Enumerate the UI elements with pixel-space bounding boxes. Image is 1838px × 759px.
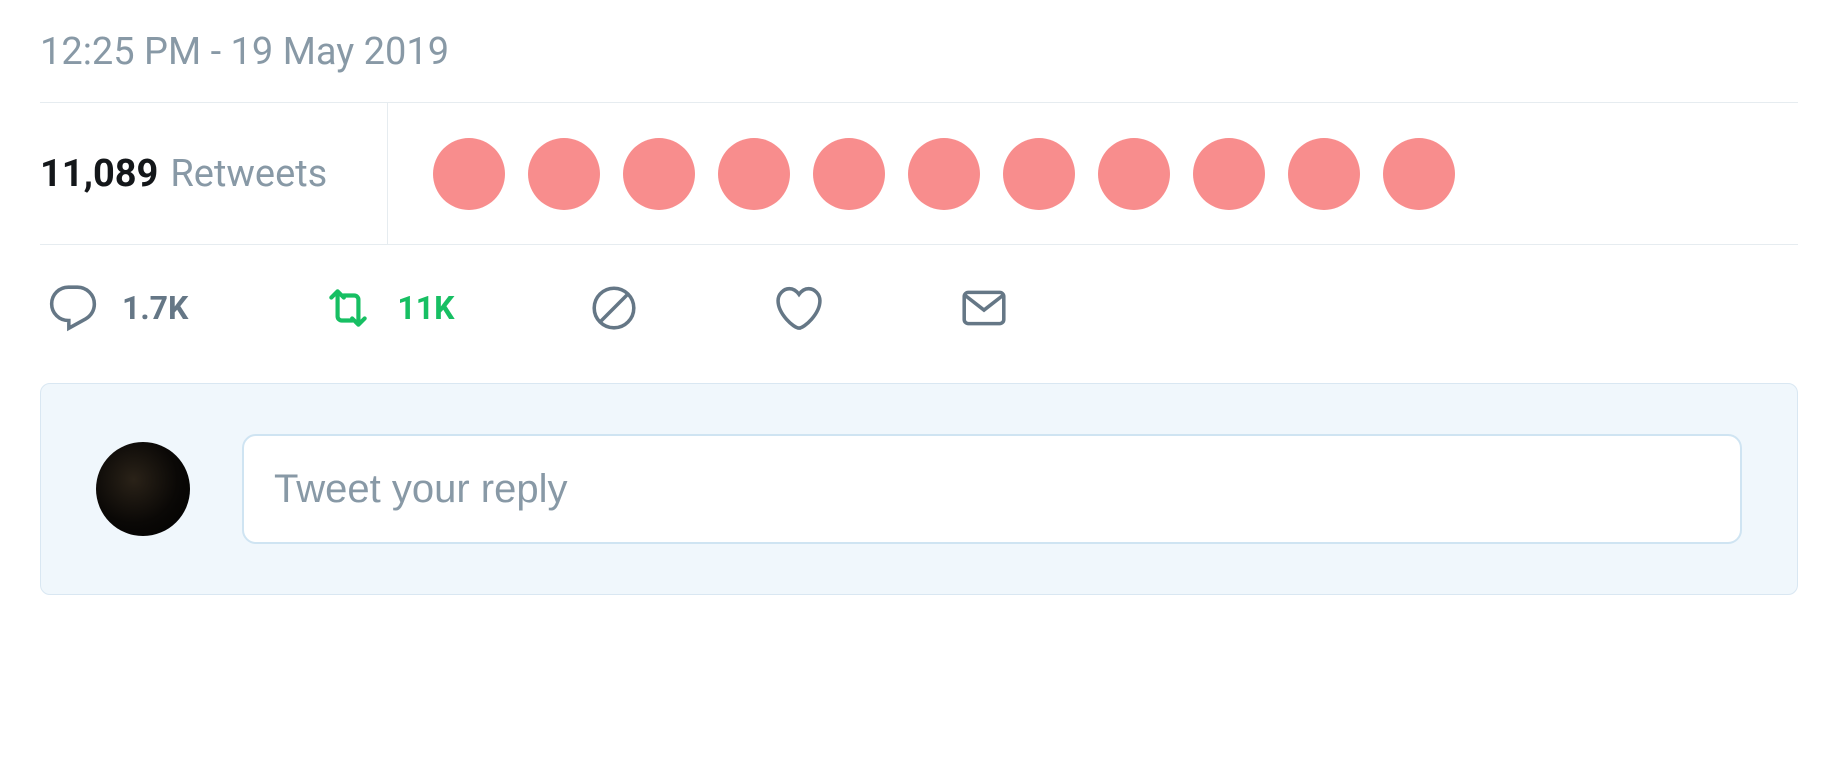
heart-icon <box>774 283 824 333</box>
retweeter-avatar[interactable] <box>433 138 505 210</box>
reply-count: 1.7K <box>122 289 188 327</box>
retweets-count: 11,089 <box>40 152 158 196</box>
envelope-icon <box>959 283 1009 333</box>
retweeter-avatar[interactable] <box>1098 138 1170 210</box>
retweets-label: Retweets <box>170 152 327 196</box>
block-button[interactable] <box>589 283 639 333</box>
tweet-timestamp[interactable]: 12:25 PM - 19 May 2019 <box>40 0 1798 102</box>
retweeter-avatars <box>388 138 1455 210</box>
user-avatar[interactable] <box>96 442 190 536</box>
retweeter-avatar[interactable] <box>1003 138 1075 210</box>
retweeter-avatar[interactable] <box>528 138 600 210</box>
retweeter-avatar[interactable] <box>908 138 980 210</box>
reply-button[interactable]: 1.7K <box>48 283 188 333</box>
retweet-button[interactable]: 11K <box>323 283 454 333</box>
reply-icon <box>48 283 98 333</box>
message-button[interactable] <box>959 283 1009 333</box>
retweet-icon <box>323 283 373 333</box>
block-icon <box>589 283 639 333</box>
retweeter-avatar[interactable] <box>623 138 695 210</box>
retweeter-avatar[interactable] <box>1288 138 1360 210</box>
like-button[interactable] <box>774 283 824 333</box>
reply-input[interactable] <box>242 434 1742 544</box>
retweeter-avatar[interactable] <box>718 138 790 210</box>
retweeter-avatar[interactable] <box>1193 138 1265 210</box>
tweet-actions: 1.7K 11K <box>40 245 1798 371</box>
stats-bar: 11,089 Retweets <box>40 102 1798 245</box>
retweets-stat[interactable]: 11,089 Retweets <box>40 103 388 244</box>
reply-compose-box <box>40 383 1798 595</box>
retweet-count: 11K <box>397 289 454 327</box>
retweeter-avatar[interactable] <box>813 138 885 210</box>
retweeter-avatar[interactable] <box>1383 138 1455 210</box>
